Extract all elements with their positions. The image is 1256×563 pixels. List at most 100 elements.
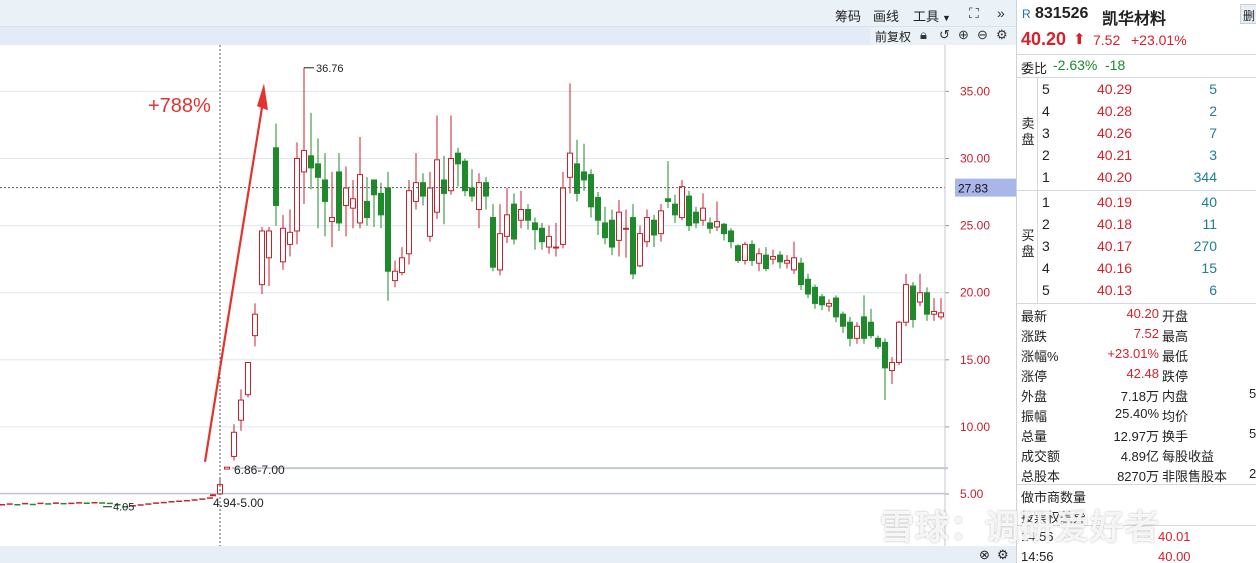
candle-body	[497, 233, 503, 271]
sell-volume-5: 5	[1209, 81, 1217, 97]
buy-volume-2: 11	[1202, 216, 1217, 232]
candle-body	[315, 163, 321, 178]
divider	[1017, 190, 1256, 191]
candle-body	[266, 230, 272, 259]
sell-level-4: 4	[1042, 103, 1050, 119]
weibi-diff: -18	[1105, 57, 1126, 73]
candle-body	[609, 219, 615, 248]
candle-body	[924, 292, 930, 315]
y-tick-label: 15.00	[960, 353, 990, 367]
candle-body	[903, 284, 909, 323]
y-tick-label: 20.00	[960, 286, 990, 300]
stat-label-secondary: 最高	[1162, 329, 1189, 344]
stat-label: 涨停	[1021, 369, 1048, 384]
chevron-down-icon: ▼	[942, 13, 951, 23]
stat-label-secondary: 换手	[1162, 429, 1189, 444]
candle-body	[413, 182, 419, 202]
zoom-in-icon[interactable]: ⊕	[958, 27, 969, 43]
candle-body	[231, 431, 237, 457]
candle-body	[252, 313, 258, 337]
delete-button[interactable]: 删	[1240, 4, 1256, 24]
sell-volume-1: 344	[1193, 169, 1217, 185]
expand-panel-icon[interactable]: »	[997, 5, 1005, 21]
tick-price: 40.01	[1158, 529, 1191, 544]
stat-value: 8270万	[1117, 469, 1159, 484]
indicator-settings-icon[interactable]: ⚙	[997, 547, 1009, 563]
candle-body	[406, 190, 412, 255]
price-axis: 35.00 30.00 25.00 20.00 15.00 10.00 5.00	[944, 45, 990, 546]
candle-body	[707, 222, 713, 229]
buy-level-2: 2	[1042, 216, 1050, 232]
top-toolbar: 筹码 画线 工具 ▼ ⛶ »	[0, 0, 1016, 27]
stat-value: 25.40%	[1114, 406, 1159, 421]
stat-value: 42.48	[1126, 366, 1159, 381]
candle-body	[574, 163, 580, 194]
stat-value: 7.18万	[1120, 389, 1159, 404]
y-tick-label: 10.00	[960, 420, 990, 434]
candle-body	[476, 182, 482, 210]
stat-label: 涨跌	[1021, 329, 1048, 344]
candle-body	[840, 313, 846, 327]
candle-body	[504, 214, 510, 237]
market-tag: R	[1022, 7, 1031, 21]
candle-body	[742, 243, 748, 261]
sell-level-1: 1	[1042, 169, 1050, 185]
candle-body	[224, 466, 230, 470]
kline-chart[interactable]: 27.83 36.76 6.86-7.00 4.94-5.00 4.05 +788% 35…	[0, 45, 1016, 546]
divider	[1017, 484, 1256, 485]
last-price: 40.20	[1021, 29, 1067, 49]
sell-price-4: 40.28	[1097, 103, 1133, 119]
candle-body	[833, 297, 839, 318]
candle-body	[329, 217, 335, 223]
candle-body	[301, 149, 307, 173]
sell-level-3: 3	[1042, 125, 1050, 141]
candle-body	[420, 182, 426, 197]
candle-body	[889, 361, 895, 372]
candle-body	[910, 285, 916, 321]
sub-toolbar-strip	[0, 27, 870, 45]
buy-price-2: 40.18	[1097, 216, 1133, 232]
candle-body	[791, 257, 797, 271]
sell-price-1: 40.20	[1097, 169, 1133, 185]
stat-value-secondary: 5	[1249, 386, 1256, 401]
sell-side-label: 卖盘	[1021, 116, 1035, 147]
lock-icon[interactable]: 🔒︎	[920, 27, 927, 43]
sell-level-5: 5	[1042, 81, 1050, 97]
candle-body	[651, 219, 657, 236]
candle-body	[280, 227, 286, 263]
candle-body	[553, 246, 559, 249]
y-tick-label: 25.00	[960, 219, 990, 233]
divider	[1017, 54, 1256, 55]
candle-body	[308, 155, 314, 169]
candle-body	[938, 312, 944, 318]
candlestick-series	[210, 67, 944, 497]
bottom-scroll-bar: ⊗ ⚙	[0, 546, 1016, 563]
undo-icon[interactable]: ↺	[939, 27, 950, 43]
close-indicator-icon[interactable]: ⊗	[979, 547, 990, 563]
low-price-label: 4.05	[113, 502, 134, 514]
zoom-out-icon[interactable]: ⊖	[977, 27, 988, 43]
candle-body	[399, 257, 405, 274]
settings-gear-icon[interactable]: ⚙	[996, 27, 1008, 43]
divider	[1017, 303, 1256, 304]
chips-button[interactable]: 筹码	[835, 6, 861, 25]
buy-price-5: 40.13	[1097, 282, 1133, 298]
adjust-mode-button[interactable]: 前复权	[875, 28, 911, 45]
candle-body	[679, 186, 685, 219]
buy-level-5: 5	[1042, 282, 1050, 298]
candle-body	[448, 158, 454, 192]
candle-body	[693, 211, 699, 224]
candle-body	[728, 230, 734, 243]
y-tick-label: 5.00	[960, 487, 984, 501]
buy-volume-5: 6	[1209, 282, 1217, 298]
gain-arrow-head	[257, 83, 268, 111]
fullscreen-icon[interactable]: ⛶	[969, 5, 979, 22]
tools-menu-button[interactable]: 工具 ▼	[913, 6, 951, 25]
buy-level-3: 3	[1042, 238, 1050, 254]
gain-arrow-shaft	[203, 107, 264, 462]
sell-level-2: 2	[1042, 147, 1050, 163]
draw-line-button[interactable]: 画线	[873, 6, 899, 25]
sell-volume-3: 7	[1209, 125, 1217, 141]
candle-body	[378, 192, 384, 216]
candle-body	[623, 227, 629, 230]
